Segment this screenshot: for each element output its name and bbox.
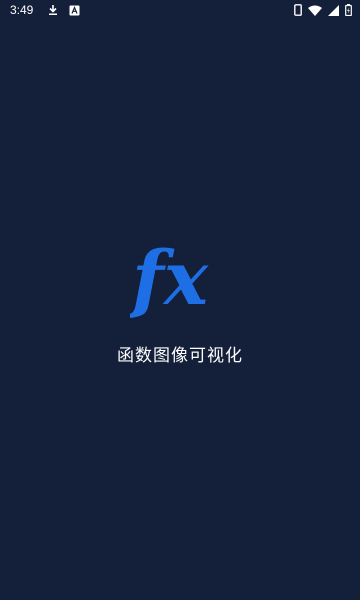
app-name: 函数图像可视化 xyxy=(117,346,243,366)
splash-screen: fx 函数图像可视化 xyxy=(0,0,360,600)
fx-logo-icon: fx xyxy=(130,236,209,322)
logo-text: fx xyxy=(130,236,209,322)
